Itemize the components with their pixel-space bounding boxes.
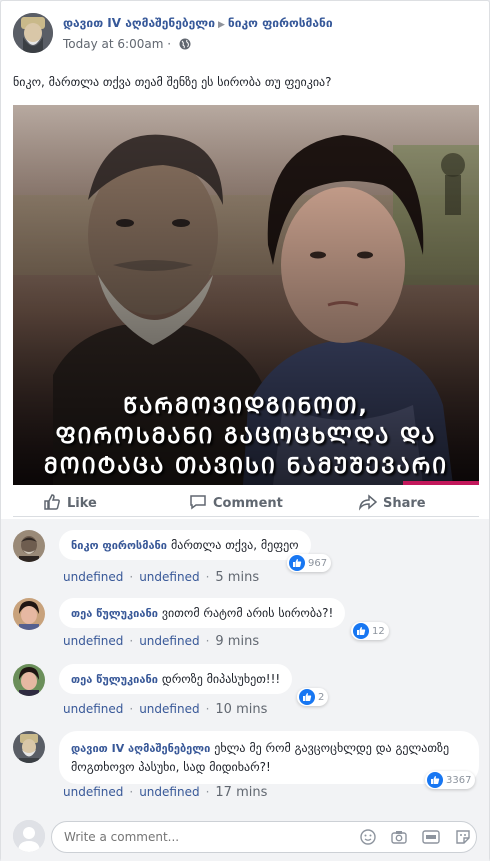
- comment-button[interactable]: Comment: [189, 493, 283, 511]
- comment-text: ვითომ რატომ არის სირობა?!: [161, 606, 334, 620]
- target-name[interactable]: ნიკო ფიროსმანი: [228, 16, 333, 30]
- comment-time[interactable]: 17 mins: [215, 785, 267, 800]
- comment-time[interactable]: 5 mins: [215, 570, 259, 585]
- share-button[interactable]: Share: [358, 493, 426, 511]
- comment-bubble: ნიკო ფიროსმანი მართლა თქვა, მეფეო: [59, 530, 311, 560]
- reaction-number: 12: [372, 626, 385, 637]
- post-image[interactable]: ᲬᲐᲠᲛᲝᲕᲘᲓᲒᲘᲜᲝᲗ, ᲤᲘᲠᲝᲡᲛᲐᲜᲘ ᲒᲐᲪᲝᲪᲮᲚᲓᲐ ᲓᲐ ᲛᲝ…: [13, 105, 479, 485]
- comment-link-1[interactable]: undefined: [63, 570, 123, 584]
- comment-links: undefined · undefined · 17 mins: [63, 785, 268, 800]
- comment-text: დროზე მიპასუხეთ!!!: [161, 672, 281, 686]
- commenter-avatar[interactable]: [13, 598, 45, 630]
- reaction-count[interactable]: 12: [351, 622, 389, 640]
- sticker-icon[interactable]: [455, 829, 471, 849]
- post-card: დავით IV აღმაშენებელი ▶ ნიკო ფიროსმანი Tod…: [0, 0, 490, 861]
- share-label: Share: [383, 496, 426, 511]
- reaction-number: 967: [308, 558, 328, 569]
- author-name[interactable]: დავით IV აღმაშენებელი: [63, 16, 215, 30]
- comment-text: მართლა თქვა, მეფეო: [170, 538, 299, 552]
- comment-composer: [13, 818, 479, 854]
- image-accent-bar: [403, 481, 479, 485]
- post-text: ნიკო, მართლა თქვა თეამ შენზე ეს სირობა თ…: [13, 75, 332, 89]
- comment-bubble: თეა წულუკიანი დროზე მიპასუხეთ!!!: [59, 664, 293, 694]
- reaction-number: 3367: [446, 775, 472, 786]
- comment-bubble: დავით IV აღმაშენებელი ეხლა მე რომ გავცოცხ…: [59, 731, 479, 784]
- like-button[interactable]: Like: [43, 493, 97, 511]
- thumbs-up-icon: [44, 494, 60, 510]
- post-header: დავით IV აღმაშენებელი ▶ ნიკო ფიროსმანი Tod…: [13, 13, 479, 55]
- comment-link-2[interactable]: undefined: [139, 702, 199, 716]
- comment-links: undefined · undefined · 10 mins: [63, 702, 268, 717]
- post-meta: Today at 6:00am ·: [63, 37, 191, 53]
- image-caption-line-2: ᲤᲘᲠᲝᲡᲛᲐᲜᲘ ᲒᲐᲪᲝᲪᲮᲚᲓᲐ ᲓᲐ: [55, 424, 437, 449]
- like-reaction-icon: [353, 623, 369, 639]
- composer-icons: [350, 828, 471, 849]
- camera-icon[interactable]: [391, 829, 407, 849]
- reaction-count[interactable]: 967: [287, 554, 332, 572]
- comment-links: undefined · undefined · 9 mins: [63, 634, 260, 649]
- commenter-name[interactable]: დავით IV აღმაშენებელი: [71, 742, 210, 755]
- comment-link-1[interactable]: undefined: [63, 634, 123, 648]
- comment-link-2[interactable]: undefined: [139, 634, 199, 648]
- gif-icon[interactable]: [422, 829, 440, 849]
- commenter-avatar[interactable]: [13, 731, 45, 763]
- reaction-number: 2: [318, 692, 325, 703]
- emoji-icon[interactable]: [360, 828, 376, 849]
- comment-label: Comment: [213, 496, 283, 511]
- comment-link-2[interactable]: undefined: [139, 570, 199, 584]
- commenter-name[interactable]: თეა წულუკიანი: [71, 607, 158, 620]
- commenter-avatar[interactable]: [13, 530, 45, 562]
- commenter-avatar[interactable]: [13, 664, 45, 696]
- user-avatar[interactable]: [13, 820, 45, 852]
- share-icon: [358, 494, 378, 511]
- reaction-count[interactable]: 3367: [425, 771, 476, 789]
- reaction-count[interactable]: 2: [297, 688, 329, 706]
- arrow-right-icon: ▶: [217, 20, 225, 30]
- post-timestamp[interactable]: Today at 6:00am: [63, 37, 163, 51]
- author-line: დავით IV აღმაშენებელი ▶ ნიკო ფიროსმანი: [63, 16, 333, 30]
- comment-links: undefined · undefined · 5 mins: [63, 570, 260, 585]
- comment-link-1[interactable]: undefined: [63, 785, 123, 799]
- post-actions: Like Comment Share: [13, 489, 479, 517]
- commenter-name[interactable]: ნიკო ფიროსმანი: [71, 539, 167, 552]
- comment-time[interactable]: 10 mins: [215, 702, 267, 717]
- like-reaction-icon: [299, 689, 315, 705]
- commenter-name[interactable]: თეა წულუკიანი: [71, 673, 158, 686]
- globe-icon[interactable]: [179, 38, 191, 53]
- like-reaction-icon: [427, 772, 443, 788]
- comment-link-1[interactable]: undefined: [63, 702, 123, 716]
- author-avatar[interactable]: [13, 13, 53, 53]
- like-label: Like: [67, 496, 97, 511]
- comment-link-2[interactable]: undefined: [139, 785, 199, 799]
- like-reaction-icon: [289, 555, 305, 571]
- image-caption-line-3: ᲛᲝᲘᲢᲐᲪᲐ ᲗᲐᲕᲘᲡᲘ ᲜᲐᲛᲣᲨᲔᲕᲐᲠᲘ: [43, 454, 449, 479]
- comment-icon: [190, 495, 206, 510]
- comment-time[interactable]: 9 mins: [215, 634, 259, 649]
- image-caption-line-1: ᲬᲐᲠᲛᲝᲕᲘᲓᲒᲘᲜᲝᲗ,: [123, 394, 369, 419]
- comment-bubble: თეა წულუკიანი ვითომ რატომ არის სირობა?!: [59, 598, 346, 628]
